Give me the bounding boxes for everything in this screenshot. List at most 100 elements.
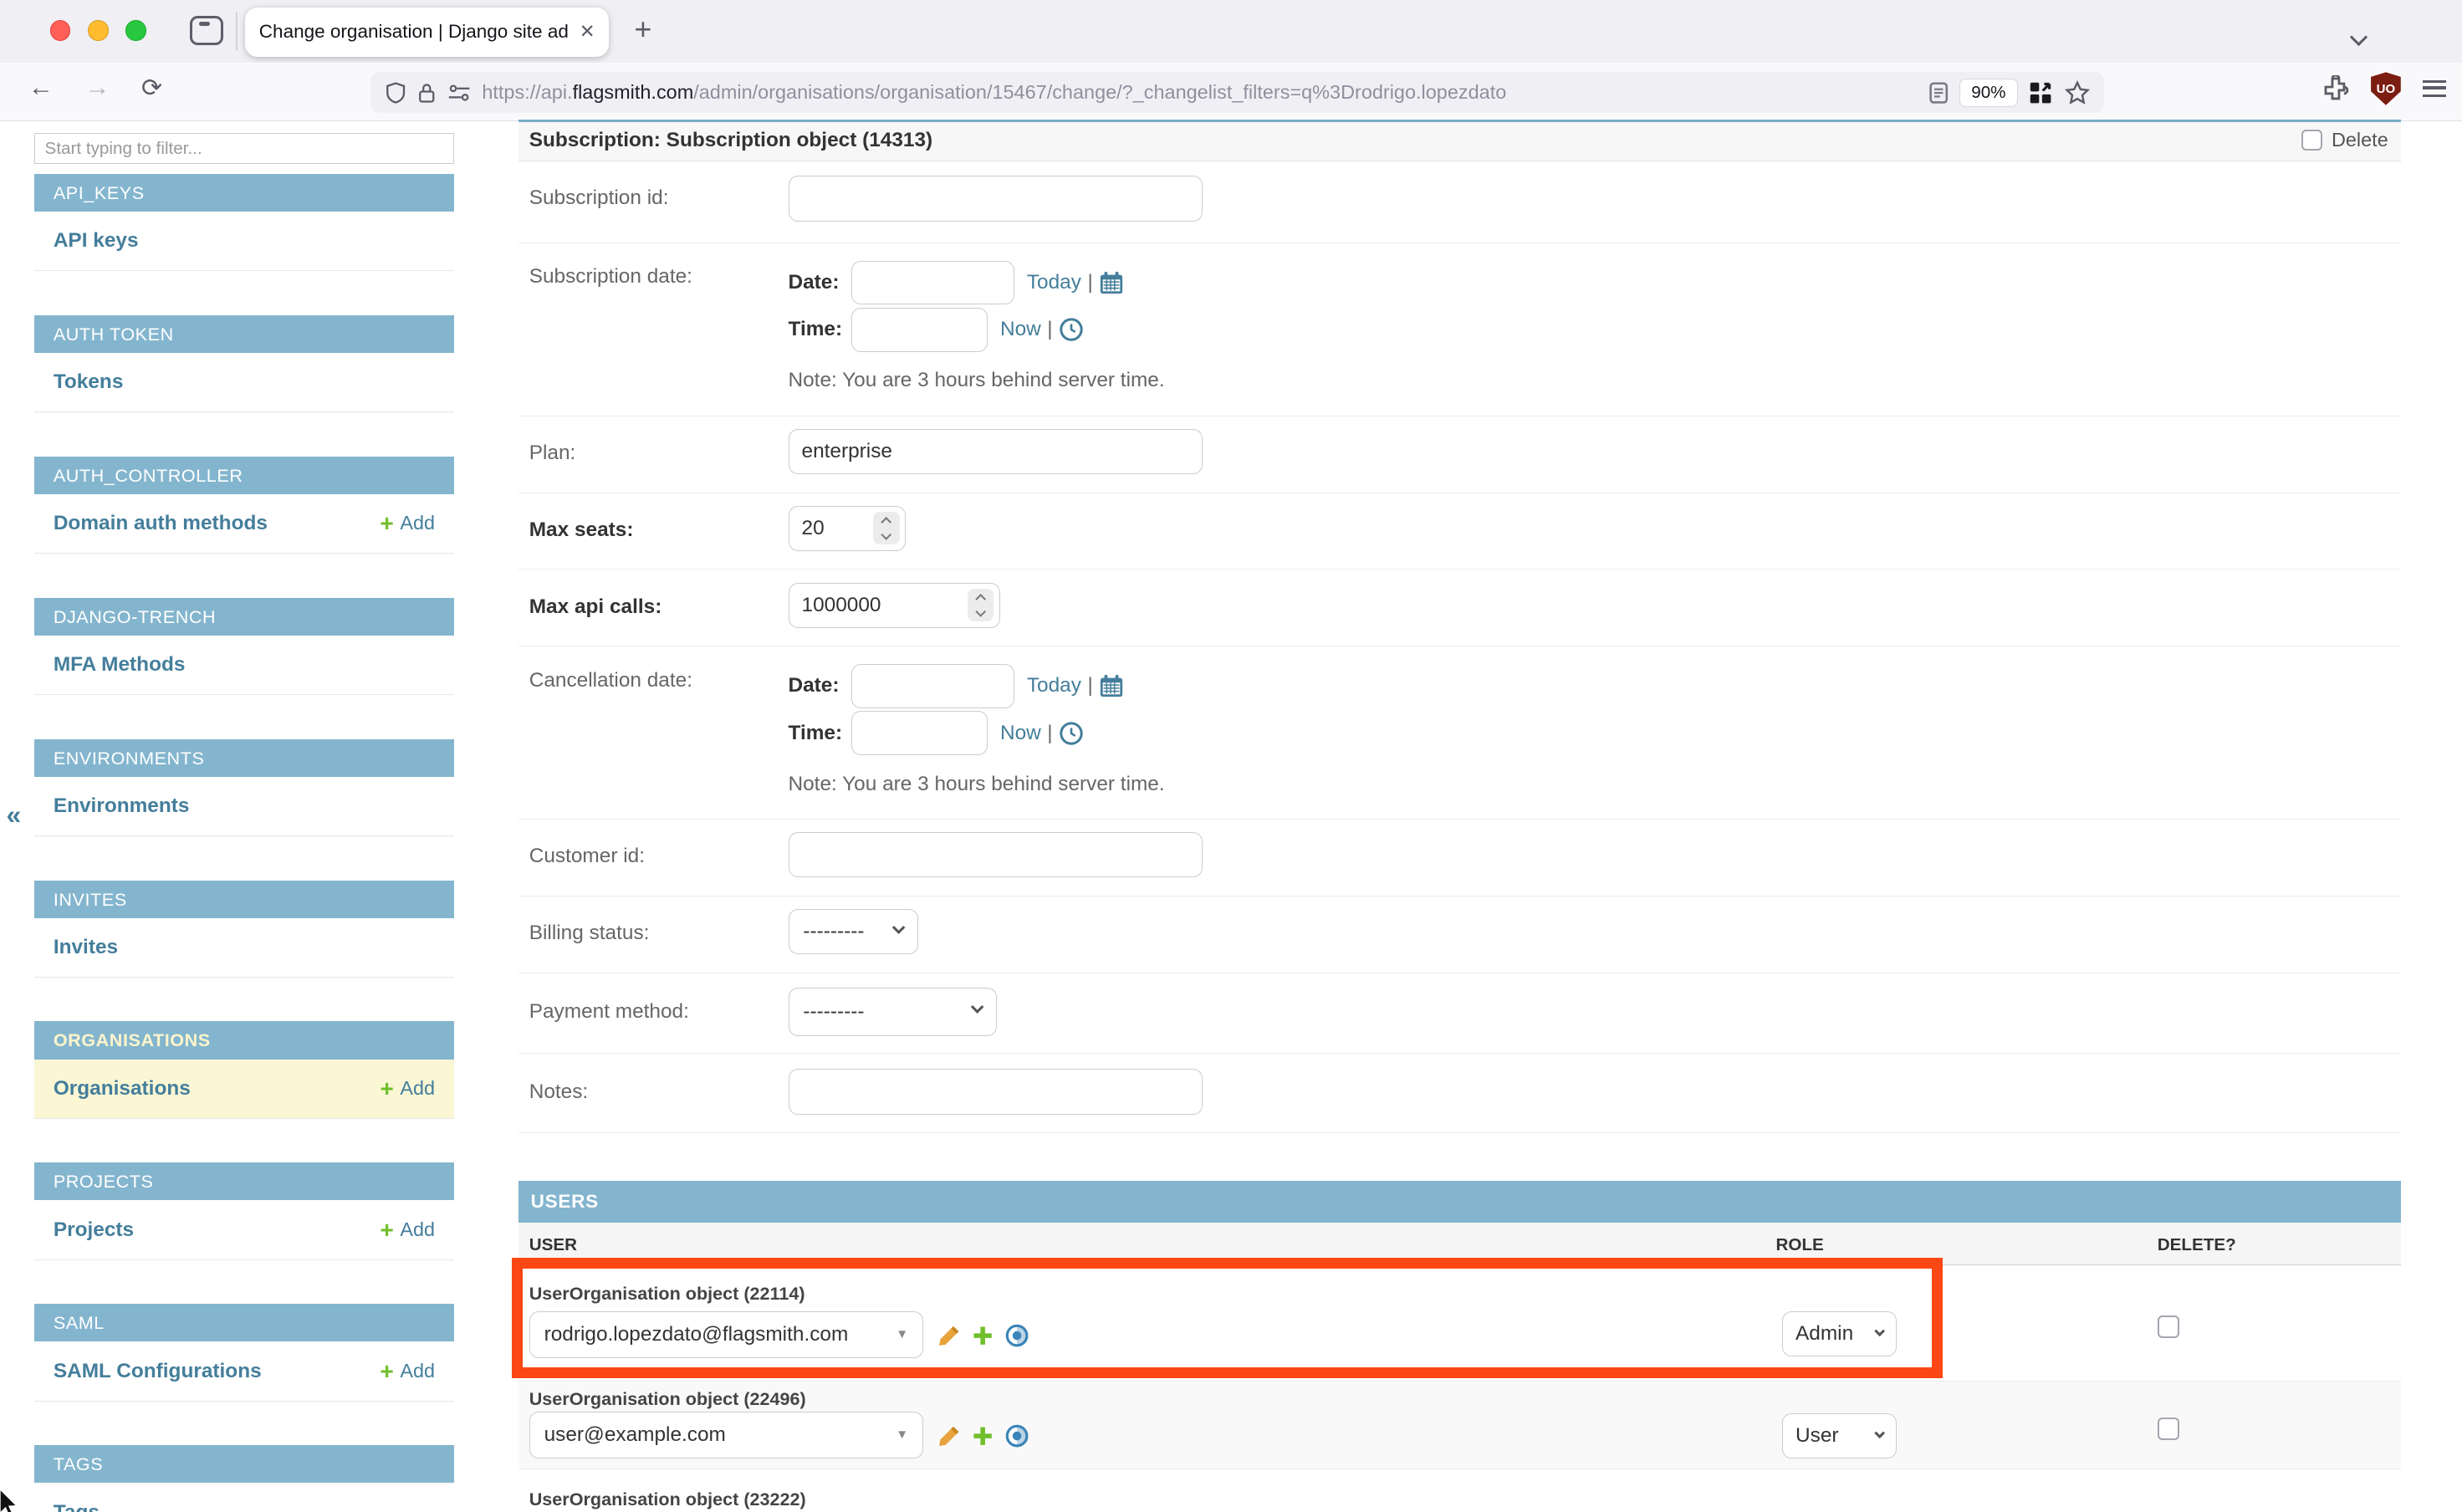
subscription-id-input[interactable] xyxy=(789,176,1203,221)
delete-label: Delete xyxy=(2332,129,2388,151)
timezone-note: Note: You are 3 hours behind server time… xyxy=(789,773,2401,796)
subscription-date-input[interactable] xyxy=(851,261,1014,305)
today-link[interactable]: Today xyxy=(1027,271,1081,294)
today-link[interactable]: Today xyxy=(1027,674,1081,697)
menu-hamburger-icon[interactable] xyxy=(2423,80,2446,98)
role-select[interactable]: Admin xyxy=(1782,1311,1897,1356)
reader-view-icon[interactable] xyxy=(1928,81,1949,105)
clock-icon[interactable] xyxy=(1059,721,1084,746)
customer-id-input[interactable] xyxy=(789,832,1203,877)
now-link[interactable]: Now xyxy=(1000,722,1041,745)
tracking-shield-icon[interactable] xyxy=(385,81,406,105)
calendar-icon[interactable] xyxy=(1099,270,1124,295)
edit-pencil-icon[interactable] xyxy=(937,1424,961,1448)
delete-checkbox[interactable] xyxy=(2301,130,2322,150)
sidebar-item-organisations[interactable]: Organisations +Add xyxy=(34,1060,453,1119)
sidebar-item-label[interactable]: SAML Configurations xyxy=(54,1360,262,1383)
reload-button[interactable]: ⟳ xyxy=(141,74,162,103)
add-label[interactable]: Add xyxy=(400,1360,435,1382)
tab-close-icon[interactable]: ✕ xyxy=(580,21,595,43)
minimize-window-button[interactable] xyxy=(88,20,108,40)
edit-pencil-icon[interactable] xyxy=(937,1324,961,1347)
new-tab-button[interactable]: + xyxy=(635,13,652,47)
back-button[interactable]: ← xyxy=(28,74,54,102)
divider: | xyxy=(1047,318,1052,341)
url-bar[interactable]: https://api.flagsmith.com/admin/organisa… xyxy=(370,72,2104,113)
number-stepper[interactable] xyxy=(873,512,900,544)
sidebar-item-label[interactable]: Organisations xyxy=(54,1077,191,1101)
forward-button[interactable]: → xyxy=(84,74,110,102)
zoom-level-button[interactable]: 90% xyxy=(1959,79,2018,107)
sidebar-item-label[interactable]: Tags xyxy=(54,1501,100,1512)
sidebar-module-auth-controller: AUTH_CONTROLLER Domain auth methods +Add xyxy=(34,457,453,554)
sidebar-item-tokens[interactable]: Tokens xyxy=(34,353,453,412)
add-plus-icon[interactable] xyxy=(972,1325,993,1346)
view-eye-icon[interactable] xyxy=(1005,1324,1029,1347)
sidebar-item-domain-auth-methods[interactable]: Domain auth methods +Add xyxy=(34,494,453,554)
add-plus-icon[interactable] xyxy=(972,1425,993,1447)
calendar-icon[interactable] xyxy=(1099,673,1124,698)
delete-row-checkbox[interactable] xyxy=(2158,1418,2179,1439)
user-select[interactable]: user@example.com ▼ xyxy=(529,1412,923,1458)
screenshot-extension-icon[interactable] xyxy=(2029,81,2052,105)
add-link[interactable]: +Add xyxy=(380,1077,435,1101)
sidebar-item-label[interactable]: Projects xyxy=(54,1218,134,1242)
firefox-view-icon[interactable] xyxy=(190,16,222,46)
add-link[interactable]: +Add xyxy=(380,512,435,535)
add-link[interactable]: +Add xyxy=(380,1360,435,1383)
cancellation-time-input[interactable] xyxy=(851,711,988,755)
add-label[interactable]: Add xyxy=(400,512,435,534)
sidebar-item-api-keys[interactable]: API keys xyxy=(34,212,453,271)
sidebar-item-label[interactable]: Tokens xyxy=(54,370,124,394)
extensions-puzzle-icon[interactable] xyxy=(2322,75,2349,102)
tab-bar: Change organisation | Django site ad ✕ + xyxy=(0,0,2462,63)
now-link[interactable]: Now xyxy=(1000,318,1041,341)
add-link[interactable]: +Add xyxy=(380,1218,435,1242)
clock-icon[interactable] xyxy=(1059,317,1084,342)
permissions-icon[interactable] xyxy=(447,81,471,105)
sidebar-collapse-icon[interactable]: « xyxy=(7,799,22,830)
sidebar-item-mfa-methods[interactable]: MFA Methods xyxy=(34,636,453,695)
notes-input[interactable] xyxy=(789,1069,1203,1114)
payment-method-select[interactable]: --------- xyxy=(789,988,998,1036)
object-label: UserOrganisation object (22496) xyxy=(529,1388,806,1410)
close-window-button[interactable] xyxy=(50,20,70,40)
sidebar-item-label[interactable]: MFA Methods xyxy=(54,653,186,677)
lock-icon[interactable] xyxy=(417,81,437,105)
cancellation-date-input[interactable] xyxy=(851,664,1014,708)
zoom-window-button[interactable] xyxy=(125,20,146,40)
role-select[interactable]: User xyxy=(1782,1413,1897,1458)
add-label[interactable]: Add xyxy=(400,1218,435,1241)
view-eye-icon[interactable] xyxy=(1005,1424,1029,1448)
section-header: AUTH_CONTROLLER xyxy=(34,457,453,494)
section-header: INVITES xyxy=(34,881,453,918)
subscription-time-input[interactable] xyxy=(851,308,988,352)
sidebar-item-invites[interactable]: Invites xyxy=(34,918,453,978)
add-label[interactable]: Add xyxy=(400,1077,435,1100)
user-select[interactable]: rodrigo.lopezdato@flagsmith.com ▼ xyxy=(529,1311,923,1358)
sidebar-item-label[interactable]: Domain auth methods xyxy=(54,512,268,535)
plan-input[interactable] xyxy=(789,429,1203,474)
sidebar-item-projects[interactable]: Projects +Add xyxy=(34,1200,453,1259)
active-tab[interactable]: Change organisation | Django site ad ✕ xyxy=(245,8,610,56)
sidebar-item-label[interactable]: API keys xyxy=(54,229,139,253)
ublock-origin-icon[interactable]: UO xyxy=(2371,72,2401,105)
sidebar-item-tags[interactable]: Tags xyxy=(34,1483,453,1512)
sidebar-item-environments[interactable]: Environments xyxy=(34,777,453,836)
section-header: DJANGO-TRENCH xyxy=(34,598,453,636)
divider: | xyxy=(1047,722,1052,745)
number-stepper[interactable] xyxy=(968,589,994,621)
sidebar-item-saml-configurations[interactable]: SAML Configurations +Add xyxy=(34,1341,453,1401)
sidebar-item-label[interactable]: Invites xyxy=(54,936,118,959)
sidebar-filter-input[interactable] xyxy=(34,133,453,165)
section-header: SAML xyxy=(34,1304,453,1341)
list-all-tabs-icon[interactable] xyxy=(2352,22,2370,39)
delete-row-checkbox[interactable] xyxy=(2158,1315,2179,1337)
chevron-down-icon xyxy=(1874,1326,1885,1337)
bookmark-star-icon[interactable] xyxy=(2065,80,2090,105)
field-label: Cancellation date: xyxy=(529,646,789,819)
section-header: ORGANISATIONS xyxy=(34,1021,453,1059)
billing-status-select[interactable]: --------- xyxy=(789,909,919,954)
sidebar-item-label[interactable]: Environments xyxy=(54,794,190,818)
url-text[interactable]: https://api.flagsmith.com/admin/organisa… xyxy=(482,81,1928,104)
